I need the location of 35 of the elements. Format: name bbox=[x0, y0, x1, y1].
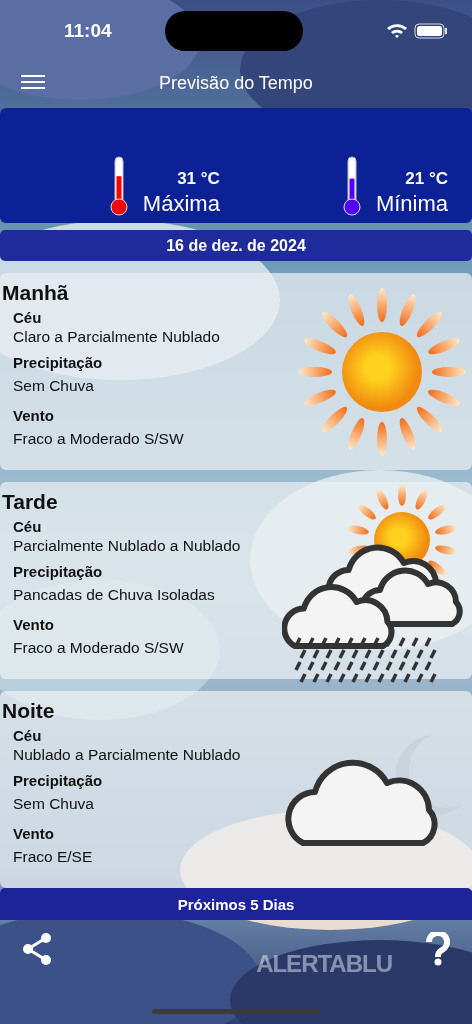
thermometer-icon bbox=[341, 155, 362, 217]
field-value: Fraco a Moderado S/SW bbox=[13, 639, 185, 657]
period-title: Noite bbox=[2, 699, 56, 723]
field-label: Vento bbox=[13, 825, 55, 842]
temperature-label: Mínima bbox=[375, 191, 448, 217]
next-days-button[interactable]: Próximos 5 Dias bbox=[0, 888, 472, 920]
field-label: Precipitação bbox=[13, 563, 104, 580]
battery-icon bbox=[414, 22, 448, 39]
period-title: Manhã bbox=[2, 281, 70, 305]
app-logo: ALERTABLU bbox=[256, 950, 392, 978]
field-value: Pancadas de Chuva Isoladas bbox=[13, 586, 216, 604]
field-value: Nublado a Parcialmente Nublado bbox=[13, 746, 242, 764]
temperature-label: Máxima bbox=[142, 191, 220, 217]
field-label: Vento bbox=[13, 407, 55, 424]
thermometer-icon bbox=[108, 155, 129, 217]
field-value: Parcialmente Nublado a Nublado bbox=[13, 537, 242, 555]
temperature-value: 31 °C bbox=[177, 169, 220, 189]
field-value: Sem Chuva bbox=[13, 795, 95, 813]
period-title: Tarde bbox=[2, 490, 59, 514]
status-time: 11:04 bbox=[64, 19, 113, 42]
screen-title: Previsão do Tempo bbox=[159, 72, 313, 94]
field-label: Céu bbox=[13, 727, 43, 744]
field-label: Céu bbox=[13, 518, 43, 535]
field-value: Fraco a Moderado S/SW bbox=[13, 430, 185, 448]
date-banner: 16 de dez. de 2024 bbox=[0, 230, 472, 261]
temperature-value: 21 °C bbox=[405, 169, 448, 189]
field-label: Precipitação bbox=[13, 354, 104, 371]
field-label: Precipitação bbox=[13, 772, 104, 789]
field-label: Céu bbox=[13, 309, 43, 326]
field-value: Sem Chuva bbox=[13, 377, 95, 395]
field-value: Claro a Parcialmente Nublado bbox=[13, 328, 221, 346]
wifi-icon bbox=[386, 22, 408, 39]
field-label: Vento bbox=[13, 616, 55, 633]
menu-icon bbox=[20, 73, 46, 92]
field-value: Fraco E/SE bbox=[13, 848, 94, 866]
